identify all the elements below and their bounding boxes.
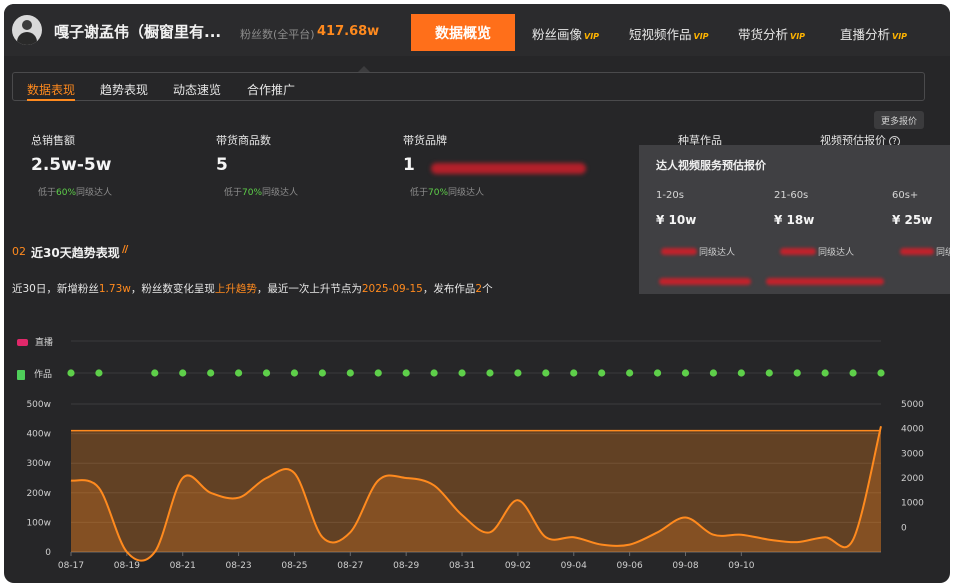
work-marker	[542, 369, 550, 377]
work-marker	[849, 369, 857, 377]
work-marker	[374, 369, 382, 377]
y-right-tick-label: 0	[901, 523, 907, 533]
x-tick-label: 09-08	[672, 561, 698, 571]
work-marker	[234, 369, 243, 377]
work-marker	[318, 369, 326, 377]
y-left-tick-label: 100w	[26, 518, 51, 528]
work-marker	[95, 369, 103, 377]
x-tick-label: 09-04	[561, 561, 587, 571]
work-marker	[430, 369, 438, 377]
redacted-peer-value	[661, 248, 697, 255]
quote-popup: 达人视频服务预估报价 1-20s 21-60s 60s+ ¥ 10w ¥ 18w…	[639, 145, 950, 294]
y-left-tick-label: 500w	[26, 400, 51, 410]
redacted-peer-value	[780, 248, 816, 255]
work-marker	[207, 369, 215, 377]
quote-price: ¥ 25w	[892, 213, 933, 227]
work-marker	[765, 369, 773, 377]
y-left-tick-label: 300w	[26, 459, 51, 469]
x-tick-label: 08-29	[393, 561, 419, 571]
redacted-note	[766, 278, 884, 285]
y-left-tick-label: 200w	[26, 489, 51, 499]
x-tick-label: 08-25	[281, 561, 307, 571]
work-marker	[346, 369, 354, 377]
quote-duration: 60s+	[892, 190, 919, 201]
work-marker	[458, 369, 466, 377]
redacted-note	[659, 278, 751, 285]
x-tick-label: 08-17	[58, 561, 84, 571]
x-tick-label: 08-19	[114, 561, 140, 571]
work-marker	[821, 369, 829, 377]
y-right-tick-label: 1000	[901, 499, 924, 509]
y-right-tick-label: 2000	[901, 474, 924, 484]
y-right-tick-label: 3000	[901, 449, 924, 459]
quote-peer-label: 同级达人	[936, 248, 950, 258]
work-marker	[709, 369, 718, 377]
work-marker	[151, 369, 159, 377]
work-marker	[486, 369, 494, 377]
app-frame: 嘎子谢孟伟（橱窗里有... 粉丝数(全平台) 417.68w 数据概览 粉丝画像…	[4, 4, 950, 583]
work-marker	[598, 369, 606, 377]
work-marker	[737, 369, 745, 377]
x-tick-label: 08-23	[226, 561, 252, 571]
work-marker	[67, 369, 75, 377]
quote-peer-label: 同级达人	[699, 248, 736, 258]
y-left-tick-label: 400w	[26, 430, 51, 440]
work-marker	[290, 369, 299, 377]
work-marker	[402, 369, 410, 377]
x-tick-label: 09-10	[728, 561, 754, 571]
x-tick-label: 08-31	[449, 561, 475, 571]
work-marker	[179, 369, 187, 377]
work-marker	[877, 369, 885, 377]
quote-peer-label: 同级达人	[818, 248, 855, 258]
work-marker	[626, 369, 634, 377]
redacted-peer-value	[900, 248, 934, 255]
x-tick-label: 09-06	[617, 561, 643, 571]
work-marker	[793, 369, 801, 377]
quote-duration: 1-20s	[656, 190, 684, 201]
y-right-tick-label: 4000	[901, 425, 924, 435]
quote-duration: 21-60s	[774, 190, 809, 201]
work-marker	[262, 369, 271, 377]
work-marker	[570, 369, 578, 377]
x-tick-label: 09-02	[505, 561, 531, 571]
x-tick-label: 08-27	[337, 561, 363, 571]
quote-price: ¥ 18w	[774, 213, 815, 227]
work-marker	[514, 369, 522, 377]
quote-price: ¥ 10w	[656, 213, 697, 227]
y-right-tick-label: 5000	[901, 400, 924, 410]
work-marker	[653, 369, 662, 377]
quote-popup-title: 达人视频服务预估报价	[656, 159, 766, 172]
y-left-tick-label: 0	[45, 548, 51, 558]
x-tick-label: 08-21	[170, 561, 196, 571]
work-marker	[681, 369, 690, 377]
